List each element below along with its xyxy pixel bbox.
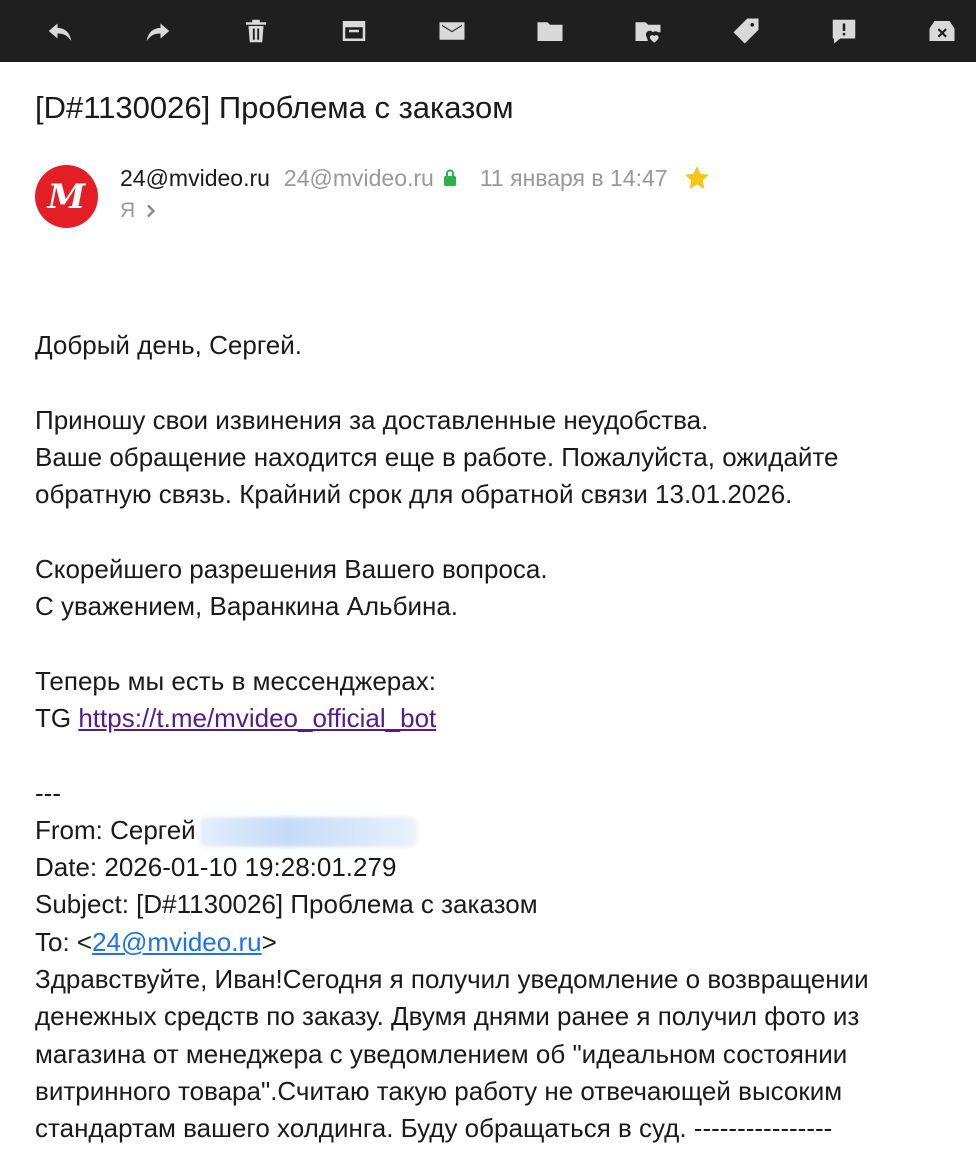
message-date: 11 января в 14:47 [479,164,668,191]
signature-text: С уважением, Варанкина Альбина. [35,591,459,622]
messengers-text: Теперь мы есть в мессенджерах: [35,665,436,696]
move-to-folder-button[interactable] [520,0,580,62]
redacted-email [199,816,417,847]
move-to-folder-icon [537,22,563,41]
spam-icon [929,21,955,41]
sender-avatar[interactable]: М [35,165,98,228]
chevron-right-icon [147,204,156,218]
delete-button[interactable] [226,0,286,62]
archive-button[interactable] [324,0,384,62]
quoted-from-line: From: Сергей [35,812,955,849]
tg-prefix: TG [35,702,72,733]
message-body: Добрый день, Сергей. Приношу свои извине… [35,327,955,1148]
message-subject: [D#1130026] Проблема с заказом [35,90,514,125]
reply-icon [48,23,72,41]
sender-name[interactable]: 24@mvideo.ru [120,165,270,192]
quote-separator: --- [35,777,61,808]
recipient-name: Я [120,199,136,222]
label-button[interactable] [716,0,776,62]
delete-icon [246,19,266,43]
quoted-subject-line: Subject: [D#1130026] Проблема с заказом [35,889,538,920]
avatar-letter: М [47,176,86,217]
recipient-row[interactable]: Я [120,196,157,226]
message-toolbar [0,0,976,62]
status-text-line: Ваше обращение находится еще в работе. П… [35,441,839,472]
star-icon[interactable] [682,163,712,193]
tg-line: TG https://t.me/mvideo_official_bot [35,700,955,737]
telegram-bot-link[interactable]: https://t.me/mvideo_official_bot [78,703,436,733]
reply-button[interactable] [30,0,90,62]
mark-unread-button[interactable] [422,0,482,62]
quoted-text-line: денежных средств по заказу. Двумя днями … [35,1001,860,1032]
sender-email[interactable]: 24@mvideo.ru [284,165,434,192]
forward-icon [146,23,170,41]
status-text-line: обратную связь. Крайний срок для обратно… [35,479,793,510]
apology-text: Приношу свои извинения за доставленные н… [35,404,709,435]
quoted-text-line: стандартам вашего холдинга. Буду обращат… [35,1113,833,1144]
to-email-link[interactable]: 24@mvideo.ru [92,927,261,957]
mark-unread-icon [439,22,465,40]
wish-text: Скорейшего разрешения Вашего вопроса. [35,553,548,584]
greeting-text: Добрый день, Сергей. [35,330,302,360]
folder-heart-button[interactable] [618,0,678,62]
quoted-date-line: Date: 2026-01-10 19:28:01.279 [35,852,397,883]
quoted-to-line: To: <24@mvideo.ru> [35,924,955,961]
sender-row: 24@mvideo.ru 24@mvideo.ru 11 января в 14… [120,160,712,196]
label-icon [733,18,759,44]
quoted-from-label: From: Сергей [35,814,196,845]
lock-icon [443,169,456,186]
forward-button[interactable] [128,0,188,62]
quoted-text-line: Здравствуйте, Иван!Сегодня я получил уве… [35,964,869,995]
spam-button[interactable] [912,0,972,62]
to-suffix: > [261,926,277,957]
archive-icon [342,21,366,41]
snooze-icon [832,19,856,44]
to-prefix: To: < [35,926,93,957]
snooze-button[interactable] [814,0,874,62]
quoted-text-line: магазина от менеджера с уведомлением об … [35,1038,848,1069]
folder-heart-icon [635,22,661,43]
quoted-text-line: витринного товара".Считаю такую работу н… [35,1075,843,1106]
